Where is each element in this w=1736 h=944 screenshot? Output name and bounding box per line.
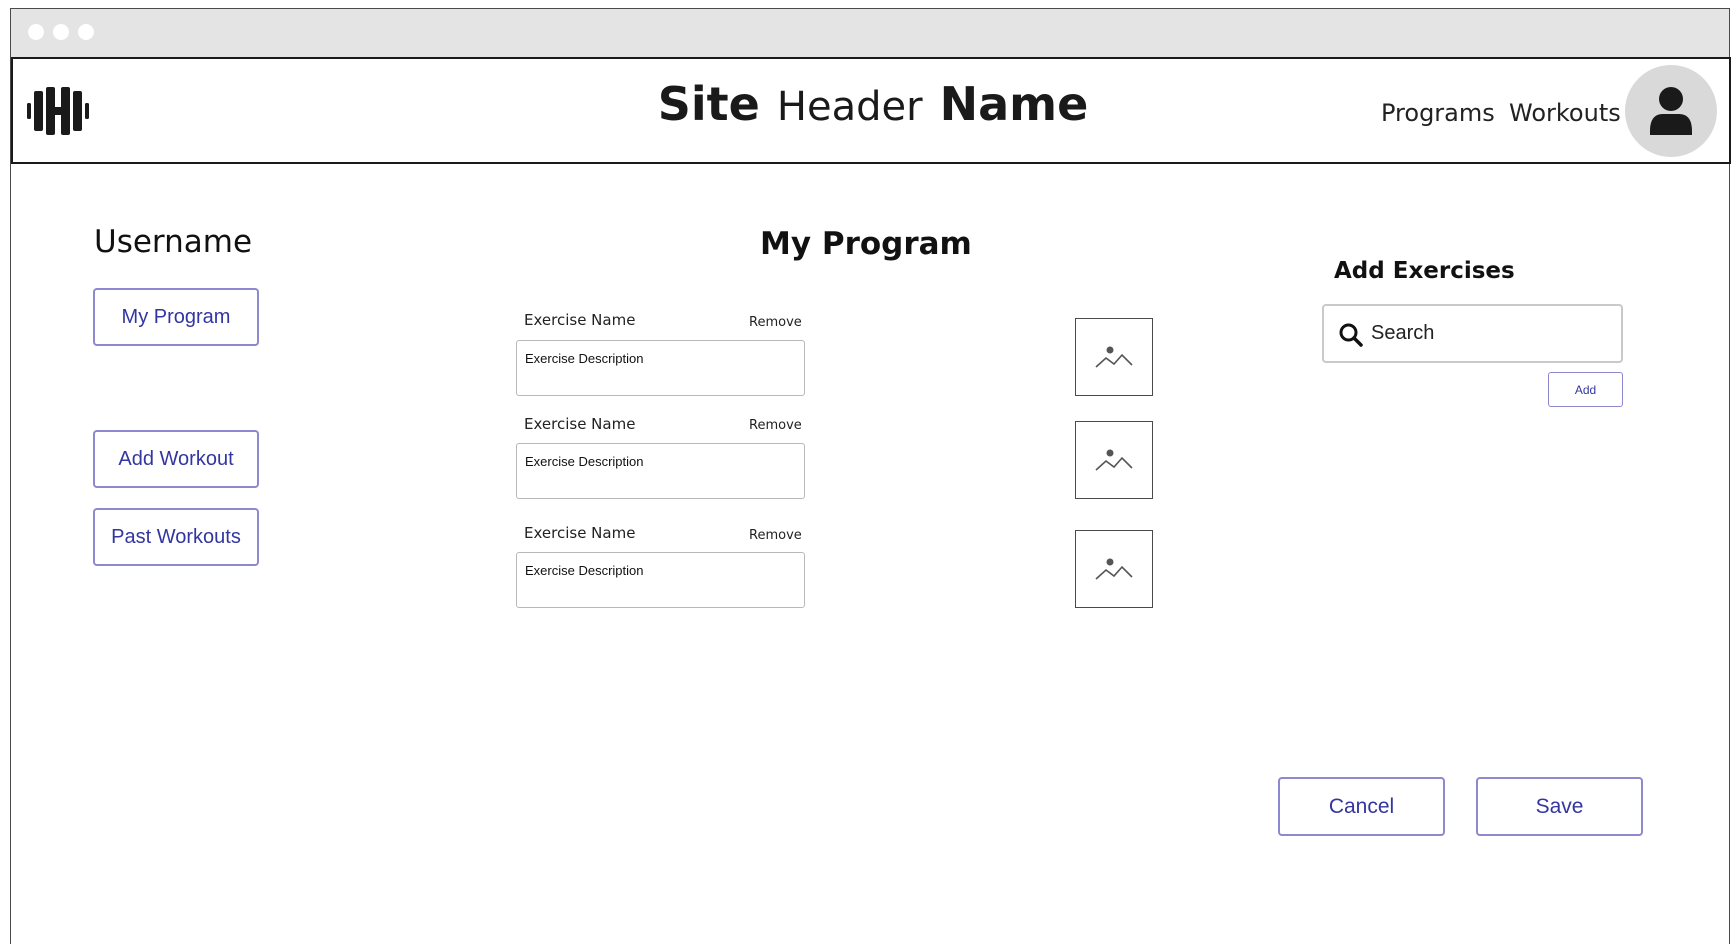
add-exercise-button[interactable]: Add [1548,372,1623,407]
image-placeholder-icon [1095,558,1133,580]
image-placeholder-icon [1095,346,1133,368]
site-title-part-1: Site [657,77,760,131]
past-workouts-button[interactable]: Past Workouts [93,508,259,566]
exercise-description-field[interactable]: Exercise Description [516,340,805,396]
exercise-description-field[interactable]: Exercise Description [516,443,805,499]
nav-link-workouts[interactable]: Workouts [1509,99,1621,127]
save-button[interactable]: Save [1476,777,1643,836]
add-exercises-title: Add Exercises [1334,258,1515,284]
site-header: Site Header Name Programs Workouts [11,57,1731,164]
nav-link-programs[interactable]: Programs [1381,99,1495,127]
window-close-dot[interactable] [28,24,44,40]
site-title-part-3: Name [939,77,1089,131]
exercise-remove-button[interactable]: Remove [749,528,802,543]
add-workout-button[interactable]: Add Workout [93,430,259,488]
exercise-name: Exercise Name [524,415,636,433]
exercise-name: Exercise Name [524,311,636,329]
exercise-image [1075,421,1153,499]
exercise-remove-button[interactable]: Remove [749,418,802,433]
window-titlebar [11,9,1729,57]
cancel-button[interactable]: Cancel [1278,777,1445,836]
user-icon [1650,87,1692,135]
avatar[interactable] [1625,65,1717,157]
window-maximize-dot[interactable] [78,24,94,40]
exercise-image [1075,530,1153,608]
browser-window: Site Header Name Programs Workouts [10,8,1731,944]
exercise-remove-button[interactable]: Remove [749,315,802,330]
my-program-button[interactable]: My Program [93,288,259,346]
username-label: Username [94,224,253,260]
image-placeholder-icon [1095,449,1133,471]
window-minimize-dot[interactable] [53,24,69,40]
exercise-description-field[interactable]: Exercise Description [516,552,805,608]
site-title-part-2: Header [776,84,923,130]
search-placeholder: Search [1371,322,1435,344]
program-title: My Program [760,226,972,262]
search-input[interactable]: Search [1322,304,1623,363]
exercise-name: Exercise Name [524,524,636,542]
search-icon [1339,323,1363,347]
exercise-image [1075,318,1153,396]
